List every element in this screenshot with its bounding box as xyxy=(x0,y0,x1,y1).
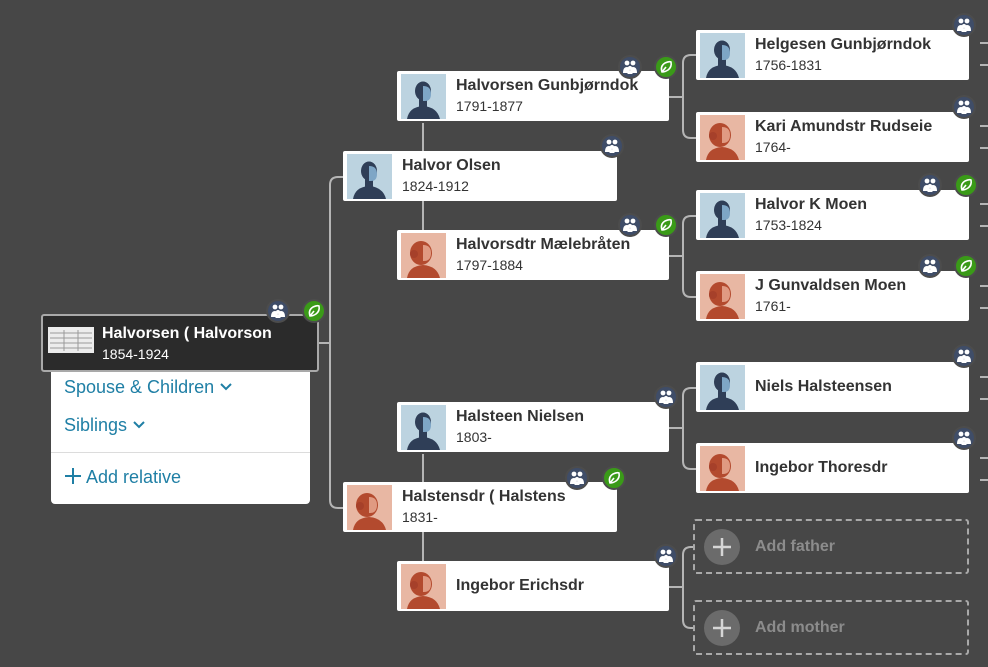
tree-continue-stub xyxy=(980,203,988,227)
family-icon[interactable] xyxy=(654,385,678,409)
family-icon[interactable] xyxy=(952,426,976,450)
person-name: Halvorsen Gunbjørndok xyxy=(456,77,639,94)
person-dates: 1803- xyxy=(456,429,492,445)
add-relative-button[interactable]: Add relative xyxy=(64,467,181,488)
family-icon[interactable] xyxy=(266,299,290,323)
female-avatar xyxy=(401,233,446,278)
spouse-children-label: Spouse & Children xyxy=(64,377,215,397)
hint-leaf-icon[interactable] xyxy=(954,254,978,278)
male-avatar xyxy=(347,154,392,199)
add-mother-label: Add mother xyxy=(755,619,845,636)
person-card-ancestor[interactable]: J Gunvaldsen Moen 1761- xyxy=(696,271,969,321)
root-person-menu: Spouse & Children Siblings Add relative xyxy=(51,372,310,504)
person-card-ancestor[interactable]: Kari Amundstr Rudseie 1764- xyxy=(696,112,969,162)
female-avatar xyxy=(700,115,745,160)
person-card-ancestor[interactable]: Halvor K Moen 1753-1824 xyxy=(696,190,969,240)
chevron-down-icon xyxy=(133,421,145,429)
person-dates: 1764- xyxy=(755,139,791,155)
person-card-ancestor[interactable]: Niels Halsteensen xyxy=(696,362,969,412)
siblings-label: Siblings xyxy=(64,415,128,435)
person-card-father[interactable]: Halvor Olsen 1824-1912 xyxy=(343,151,617,201)
person-dates: 1753-1824 xyxy=(755,217,822,233)
family-icon[interactable] xyxy=(618,55,642,79)
root-person-photo xyxy=(48,327,94,353)
person-name: Helgesen Gunbjørndok xyxy=(755,36,932,53)
add-father-label: Add father xyxy=(755,538,835,555)
person-card-maternal-grandfather[interactable]: Halsteen Nielsen 1803- xyxy=(397,402,669,452)
plus-icon xyxy=(704,610,740,646)
male-avatar xyxy=(700,33,745,78)
female-avatar xyxy=(347,485,392,530)
person-card-maternal-grandmother[interactable]: Ingebor Erichsdr xyxy=(397,561,669,611)
male-avatar xyxy=(700,365,745,410)
family-icon[interactable] xyxy=(952,13,976,37)
root-person-dates: 1854-1924 xyxy=(102,346,169,362)
spouse-children-dropdown[interactable]: Spouse & Children xyxy=(64,377,233,398)
male-avatar xyxy=(401,405,446,450)
chevron-down-icon xyxy=(220,383,232,391)
person-name: Kari Amundstr Rudseie xyxy=(755,118,933,135)
root-person-name: Halvorsen ( Halvorson xyxy=(102,325,272,342)
male-avatar xyxy=(401,74,446,119)
family-icon[interactable] xyxy=(918,173,942,197)
hint-leaf-icon[interactable] xyxy=(302,299,326,323)
family-icon[interactable] xyxy=(654,544,678,568)
tree-continue-stub xyxy=(980,125,988,149)
person-name: Halvor K Moen xyxy=(755,196,868,213)
female-avatar xyxy=(700,446,745,491)
tree-continue-stub xyxy=(980,285,988,309)
person-name: Niels Halsteensen xyxy=(755,378,892,395)
person-dates: 1824-1912 xyxy=(402,178,469,194)
male-avatar xyxy=(700,193,745,238)
hint-leaf-icon[interactable] xyxy=(602,466,626,490)
person-name: Halvor Olsen xyxy=(402,157,501,174)
tree-continue-stub xyxy=(980,42,988,66)
person-name: J Gunvaldsen Moen xyxy=(755,277,907,294)
tree-continue-stub xyxy=(980,376,988,400)
hint-leaf-icon[interactable] xyxy=(954,173,978,197)
plus-icon xyxy=(65,468,81,484)
person-dates: 1791-1877 xyxy=(456,98,523,114)
person-name: Ingebor Thoresdr xyxy=(755,459,888,476)
tree-continue-stub xyxy=(980,457,988,481)
family-icon[interactable] xyxy=(600,134,624,158)
family-icon[interactable] xyxy=(618,213,642,237)
add-relative-label: Add relative xyxy=(86,467,182,487)
person-name: Halstensdr ( Halstens xyxy=(402,488,566,505)
person-dates: 1831- xyxy=(402,509,438,525)
female-avatar xyxy=(700,274,745,319)
family-icon[interactable] xyxy=(952,344,976,368)
person-dates: 1756-1831 xyxy=(755,57,822,73)
person-name: Ingebor Erichsdr xyxy=(456,577,585,594)
female-avatar xyxy=(401,564,446,609)
person-card-ancestor[interactable]: Ingebor Thoresdr xyxy=(696,443,969,493)
add-mother-button[interactable]: Add mother xyxy=(693,600,969,655)
person-name: Halsteen Nielsen xyxy=(456,408,585,425)
family-icon[interactable] xyxy=(952,95,976,119)
hint-leaf-icon[interactable] xyxy=(654,55,678,79)
person-card-ancestor[interactable]: Helgesen Gunbjørndok 1756-1831 xyxy=(696,30,969,80)
siblings-dropdown[interactable]: Siblings xyxy=(64,415,146,436)
person-card-paternal-grandmother[interactable]: Halvorsdtr Mælebråten 1797-1884 xyxy=(397,230,669,280)
family-icon[interactable] xyxy=(918,254,942,278)
family-icon[interactable] xyxy=(565,466,589,490)
add-father-button[interactable]: Add father xyxy=(693,519,969,574)
person-name: Halvorsdtr Mælebråten xyxy=(456,236,631,253)
person-dates: 1797-1884 xyxy=(456,257,523,273)
menu-divider xyxy=(51,452,310,453)
person-dates: 1761- xyxy=(755,298,791,314)
hint-leaf-icon[interactable] xyxy=(654,213,678,237)
plus-icon xyxy=(704,529,740,565)
